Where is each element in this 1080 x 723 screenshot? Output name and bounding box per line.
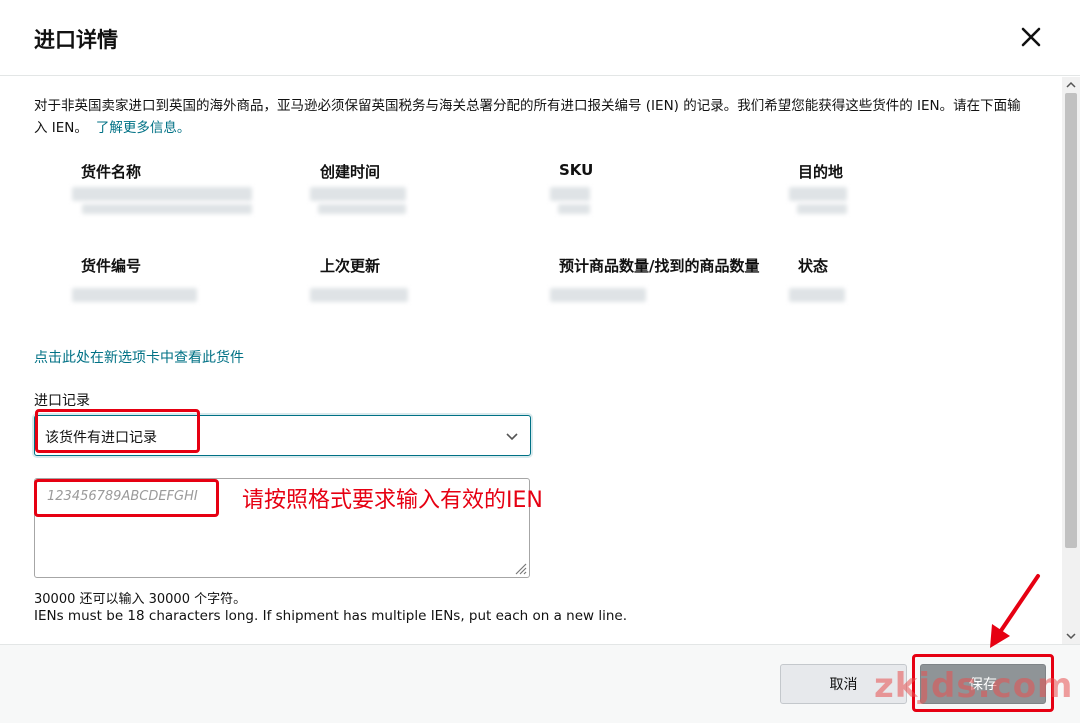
redacted-value [789,288,845,302]
field-label-expected-found-units: 预计商品数量/找到的商品数量 [559,257,760,275]
vertical-scrollbar[interactable] [1062,77,1080,644]
redacted-value [310,187,406,201]
watermark: zkjds.com [874,666,1074,706]
ien-rule-text: IENs must be 18 characters long. If ship… [34,608,627,624]
field-label-destination: 目的地 [798,163,844,181]
annotation-highlight-placeholder [34,479,219,517]
field-label-shipment-name: 货件名称 [81,163,142,181]
import-details-dialog: 进口详情 对于非英国卖家进口到英国的海外商品，亚马逊必须保留英国税务与海关总署分… [0,0,1080,723]
import-record-label: 进口记录 [34,393,90,409]
dialog-body: 对于非英国卖家进口到英国的海外商品，亚马逊必须保留英国税务与海关总署分配的所有进… [0,77,1062,644]
annotation-text: 请按照格式要求输入有效的IEN [242,488,543,513]
redacted-value [550,288,646,302]
redacted-value [310,288,408,302]
dialog-title: 进口详情 [34,28,118,52]
chevron-down-icon [506,433,518,441]
redacted-value [318,204,406,214]
annotation-arrow-icon [990,574,1040,648]
field-label-shipment-id: 货件编号 [81,257,142,275]
field-label-last-updated: 上次更新 [320,257,381,275]
scroll-up-icon[interactable] [1066,80,1076,90]
character-count: 30000 还可以输入 30000 个字符。 [34,592,247,607]
annotation-highlight-select [35,409,200,453]
redacted-value [72,288,197,302]
redacted-value [797,204,847,214]
field-label-created-time: 创建时间 [320,163,381,181]
redacted-value [82,204,252,214]
scroll-down-icon[interactable] [1066,631,1076,641]
close-button[interactable] [1016,22,1046,52]
scrollbar-thumb[interactable] [1065,93,1077,548]
description: 对于非英国卖家进口到英国的海外商品，亚马逊必须保留英国税务与海关总署分配的所有进… [34,95,1034,139]
learn-more-link[interactable]: 了解更多信息。 [96,120,191,136]
redacted-value [550,187,590,201]
resize-handle-icon[interactable] [513,561,527,575]
field-label-sku: SKU [559,161,594,179]
close-icon [1021,27,1041,47]
view-shipment-new-tab-link[interactable]: 点击此处在新选项卡中查看此货件 [34,347,244,367]
field-label-status: 状态 [798,257,829,275]
redacted-value [558,204,590,214]
redacted-value [72,187,252,201]
dialog-header: 进口详情 [0,0,1080,76]
redacted-value [789,187,847,201]
